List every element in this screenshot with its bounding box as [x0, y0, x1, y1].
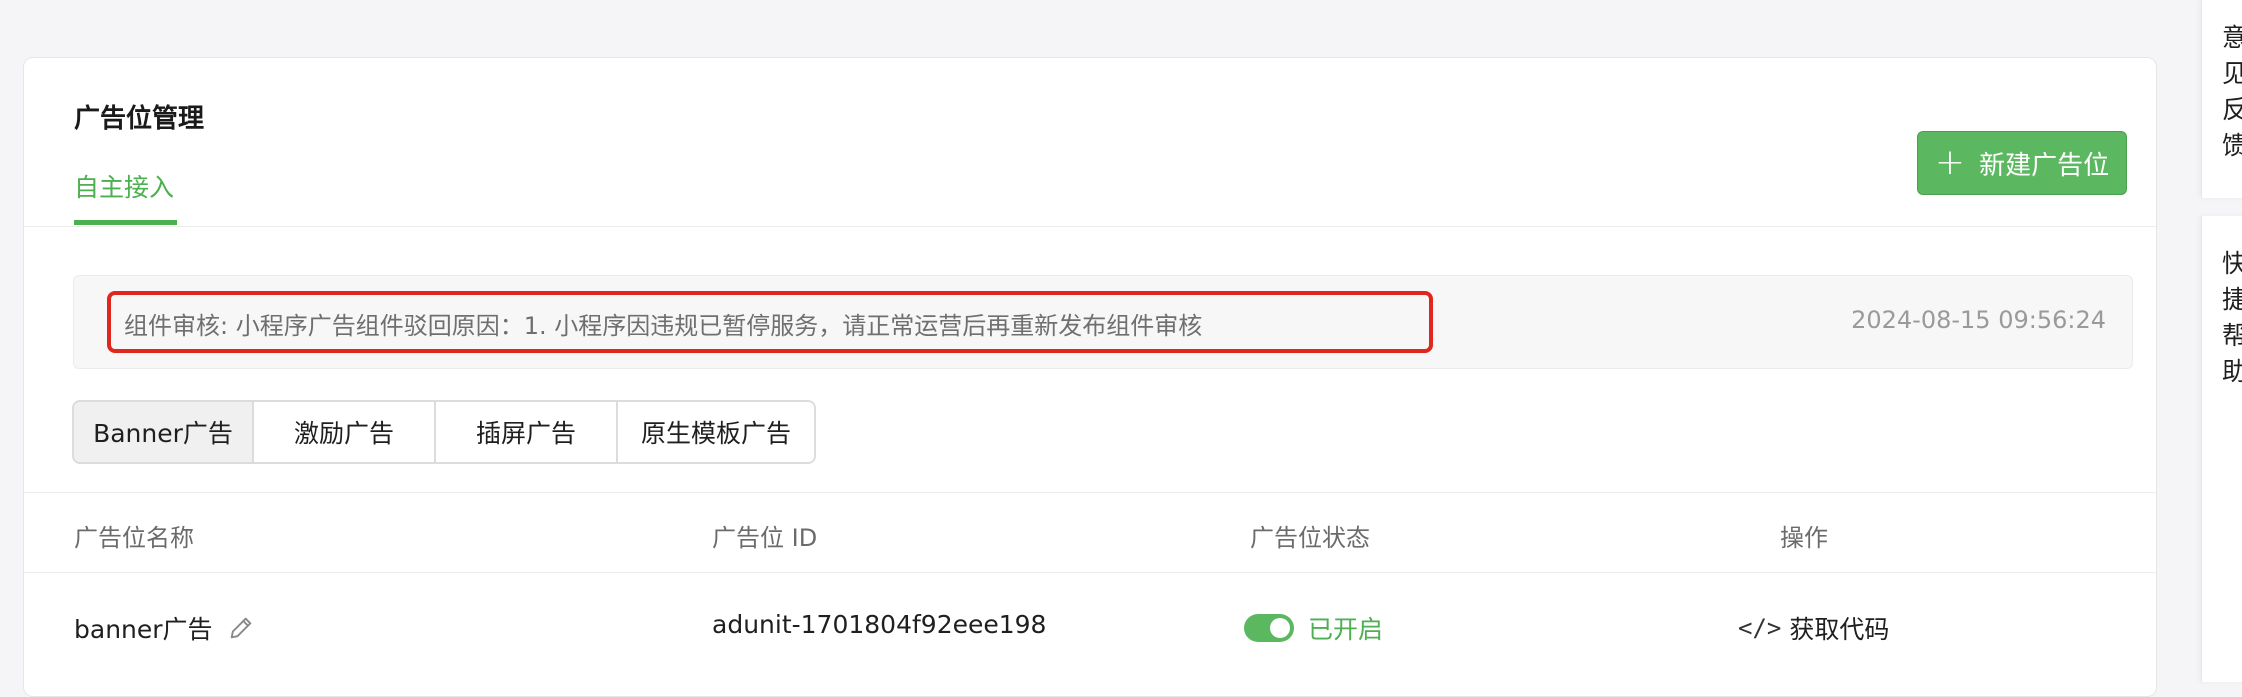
page-title: 广告位管理 — [74, 104, 205, 134]
new-ad-slot-label: 新建广告位 — [1979, 150, 2110, 181]
header-divider — [24, 226, 2156, 227]
ad-type-banner[interactable]: Banner广告 — [74, 402, 254, 462]
get-code-link[interactable]: </> 获取代码 — [1738, 610, 1889, 646]
pencil-icon[interactable] — [227, 614, 255, 642]
column-header-name: 广告位名称 — [74, 524, 194, 552]
ad-slot-name: banner广告 — [74, 615, 213, 644]
table-row-status-cell: 已开启 — [1244, 610, 1383, 646]
code-icon: </> — [1738, 614, 1782, 642]
feedback-side-tab[interactable]: 意见反馈 — [2201, 0, 2242, 198]
tab-active-indicator — [74, 220, 177, 225]
ad-type-segmented-control: Banner广告 激励广告 插屏广告 原生模板广告 — [72, 400, 816, 464]
quick-help-label: 快捷帮助 — [2222, 249, 2242, 386]
table-header-divider — [24, 572, 2156, 573]
ad-type-native-template[interactable]: 原生模板广告 — [618, 402, 814, 462]
status-label: 已开启 — [1308, 615, 1384, 644]
column-header-status: 广告位状态 — [1250, 524, 1370, 552]
toggle-knob — [1270, 618, 1290, 638]
feedback-label: 意见反馈 — [2222, 23, 2242, 160]
column-header-actions: 操作 — [1780, 524, 1828, 552]
table-divider — [24, 492, 2156, 493]
quick-help-side-tab[interactable]: 快捷帮助 — [2201, 216, 2242, 682]
notice-timestamp: 2024-08-15 09:56:24 — [1851, 306, 2106, 334]
plus-icon: + — [1934, 142, 1966, 183]
ad-slot-management-card: 广告位管理 自主接入 + 新建广告位 组件审核: 小程序广告组件驳回原因：1. … — [23, 57, 2157, 697]
ad-slot-id: adunit-1701804f92eee198 — [712, 610, 1047, 639]
status-toggle[interactable] — [1244, 614, 1294, 642]
new-ad-slot-button[interactable]: + 新建广告位 — [1917, 131, 2127, 195]
notice-text: 组件审核: 小程序广告组件驳回原因：1. 小程序因违规已暂停服务，请正常运营后再… — [124, 312, 1203, 340]
table-row-name-cell: banner广告 — [74, 610, 255, 646]
review-notice: 组件审核: 小程序广告组件驳回原因：1. 小程序因违规已暂停服务，请正常运营后再… — [73, 275, 2133, 369]
column-header-id: 广告位 ID — [712, 524, 818, 552]
ad-type-interstitial[interactable]: 插屏广告 — [436, 402, 618, 462]
ad-type-rewarded[interactable]: 激励广告 — [254, 402, 436, 462]
tab-self-access[interactable]: 自主接入 — [74, 168, 174, 204]
get-code-label: 获取代码 — [1789, 615, 1890, 644]
